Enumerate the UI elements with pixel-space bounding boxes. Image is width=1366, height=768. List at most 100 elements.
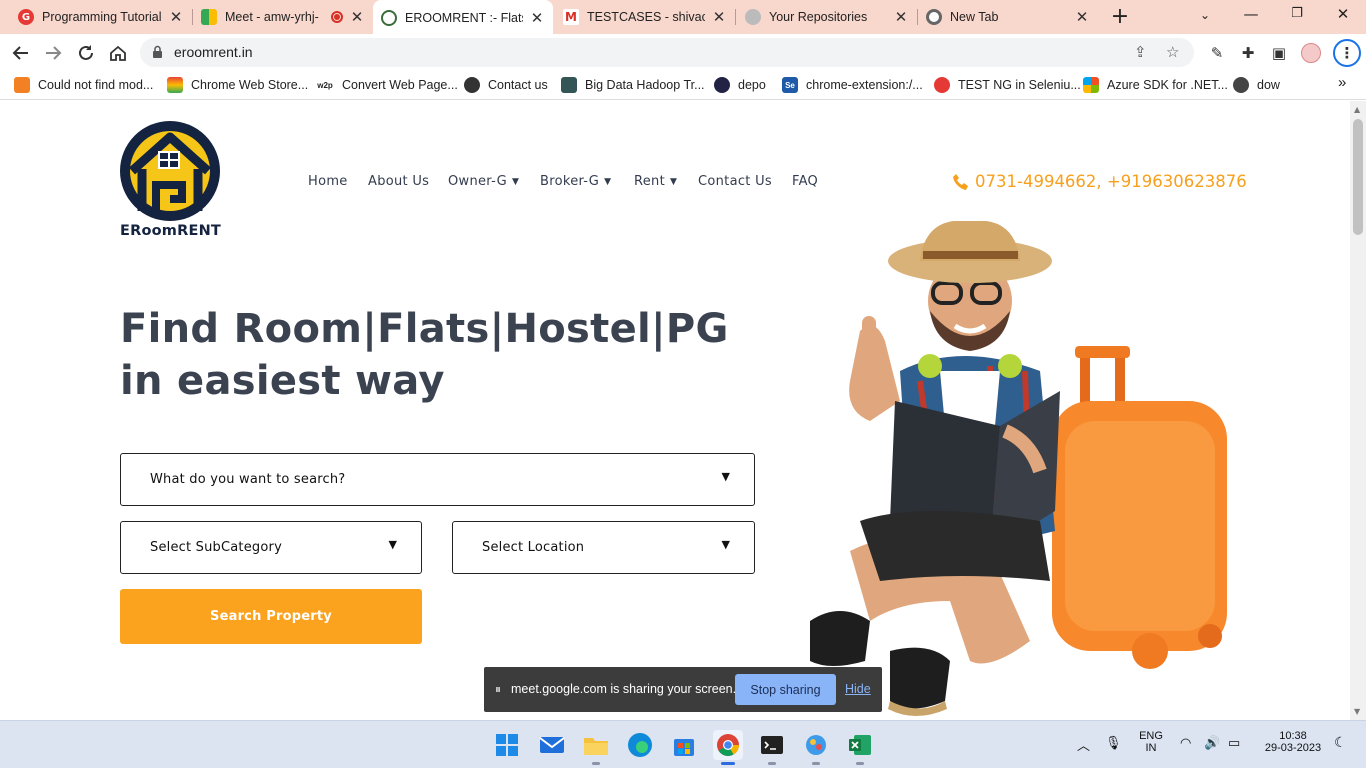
- file-explorer-app[interactable]: [581, 730, 611, 765]
- eclipse-app[interactable]: [801, 730, 831, 765]
- nav-faq[interactable]: FAQ: [792, 174, 818, 189]
- tab-your-repositories[interactable]: Your Repositories ✕: [737, 0, 917, 34]
- profile-avatar[interactable]: [1301, 43, 1321, 63]
- bookmark-item[interactable]: Azure SDK for .NET...: [1083, 77, 1228, 93]
- excel-app[interactable]: [845, 730, 875, 765]
- nav-broker-g[interactable]: Broker-G ▼: [540, 174, 611, 189]
- windows-start-icon: [496, 734, 518, 756]
- edge-icon: [628, 733, 652, 757]
- tab-separator: [735, 9, 736, 25]
- nav-rent[interactable]: Rent ▼: [634, 174, 677, 189]
- store-app[interactable]: [669, 730, 699, 760]
- chevron-down-icon: ▼: [604, 176, 612, 187]
- geeks-red-icon: [934, 77, 950, 93]
- url-text: eroomrent.in: [174, 44, 253, 60]
- nav-about-us[interactable]: About Us: [368, 174, 429, 189]
- terminal-app[interactable]: [757, 730, 787, 765]
- restore-button[interactable]: ❐: [1274, 6, 1320, 21]
- bookmark-star-icon[interactable]: ☆: [1166, 43, 1179, 61]
- phone-contact[interactable]: 0731-4994662, +919630623876: [952, 172, 1247, 191]
- wifi-icon[interactable]: ◠: [1180, 735, 1191, 751]
- hero-line-1: Find Room|Flats|Hostel|PG: [120, 306, 729, 352]
- microphone-icon[interactable]: 🎙: [1105, 735, 1122, 751]
- hide-link[interactable]: Hide: [845, 682, 871, 696]
- volume-icon[interactable]: 🔊: [1204, 735, 1220, 751]
- bookmark-item[interactable]: Chrome Web Store...: [167, 77, 308, 93]
- back-button[interactable]: [8, 40, 34, 66]
- notifications-icon[interactable]: ☾: [1334, 734, 1347, 751]
- tab-meet[interactable]: Meet - amw-yrhj- ✕: [193, 0, 373, 34]
- tab-search-icon[interactable]: ⌄: [1182, 8, 1228, 22]
- eyedropper-icon[interactable]: ✎: [1207, 43, 1227, 63]
- address-bar[interactable]: eroomrent.in ⇪ ☆: [140, 38, 1194, 67]
- phone-icon: [953, 173, 968, 190]
- chrome-app[interactable]: [713, 730, 743, 765]
- bookmark-item[interactable]: depo: [714, 77, 766, 93]
- close-tab-icon[interactable]: ✕: [529, 9, 545, 27]
- side-panel-icon[interactable]: ▣: [1269, 43, 1289, 63]
- forward-button[interactable]: [40, 40, 66, 66]
- menu-kebab-icon[interactable]: ⋮: [1333, 39, 1361, 67]
- recording-icon: [331, 11, 343, 23]
- close-tab-icon[interactable]: ✕: [1074, 8, 1090, 26]
- close-tab-icon[interactable]: ✕: [893, 8, 909, 26]
- stop-sharing-button[interactable]: Stop sharing: [735, 674, 836, 705]
- bookmarks-overflow-button[interactable]: »: [1338, 74, 1346, 91]
- search-type-select[interactable]: What do you want to search? ▼: [120, 453, 755, 506]
- bookmark-item[interactable]: Could not find mod...: [14, 77, 153, 93]
- search-property-button[interactable]: Search Property: [120, 589, 422, 644]
- close-tab-icon[interactable]: ✕: [168, 8, 184, 26]
- reload-icon: [79, 45, 93, 60]
- mail-app[interactable]: [537, 730, 567, 760]
- drag-handle-icon[interactable]: ⏸: [495, 682, 501, 697]
- stackoverflow-icon: [14, 77, 30, 93]
- github-icon: [745, 9, 761, 25]
- home-icon: [110, 45, 126, 61]
- chrome-icon: [926, 9, 942, 25]
- webstore-icon: [167, 77, 183, 93]
- nav-contact-us[interactable]: Contact Us: [698, 174, 772, 189]
- site-logo[interactable]: ERoomRENT: [118, 119, 228, 244]
- close-tab-icon[interactable]: ✕: [711, 8, 727, 26]
- nav-home[interactable]: Home: [308, 174, 348, 189]
- language-indicator[interactable]: ENG IN: [1136, 730, 1166, 754]
- reload-button[interactable]: [73, 40, 99, 66]
- close-tab-icon[interactable]: ✕: [349, 8, 365, 26]
- start-button[interactable]: [492, 730, 522, 760]
- clock[interactable]: 10:38 29-03-2023: [1258, 730, 1328, 754]
- close-window-button[interactable]: ✕: [1320, 5, 1366, 23]
- minimize-button[interactable]: —: [1228, 5, 1274, 23]
- subcategory-select[interactable]: Select SubCategory ▼: [120, 521, 422, 574]
- bookmark-item[interactable]: w2p Convert Web Page...: [316, 77, 458, 93]
- scrollbar-thumb[interactable]: [1353, 119, 1363, 235]
- battery-icon[interactable]: ▭: [1228, 735, 1240, 751]
- chevron-down-icon: ▼: [721, 470, 730, 483]
- google-meet-icon: [201, 9, 217, 25]
- microsoft-icon: [1083, 77, 1099, 93]
- share-icon[interactable]: ⇪: [1134, 43, 1147, 61]
- location-select[interactable]: Select Location ▼: [452, 521, 755, 574]
- bookmark-item[interactable]: Contact us: [464, 77, 548, 93]
- new-tab-button[interactable]: +: [1108, 4, 1132, 29]
- tab-programming-tutorial[interactable]: G Programming Tutorial ✕: [10, 0, 192, 34]
- scroll-down-icon[interactable]: ▼: [1354, 707, 1360, 716]
- sharing-message: meet.google.com is sharing your screen.: [511, 682, 737, 696]
- bookmark-item[interactable]: dow: [1233, 77, 1280, 93]
- tab-testcases[interactable]: M TESTCASES - shivacon ✕: [555, 0, 735, 34]
- page-scrollbar[interactable]: ▲ ▼: [1350, 101, 1366, 720]
- bookmark-item[interactable]: TEST NG in Seleniu...: [934, 77, 1081, 93]
- bookmark-item[interactable]: Big Data Hadoop Tr...: [561, 77, 705, 93]
- home-button[interactable]: [105, 40, 131, 66]
- hero-line-2: in easiest way: [120, 358, 445, 404]
- chevron-down-icon: ▼: [721, 538, 730, 551]
- tab-eroomrent[interactable]: EROOMRENT :- Flats, I ✕: [373, 0, 553, 36]
- bookmark-item[interactable]: Se chrome-extension:/...: [782, 77, 923, 93]
- tab-new-tab[interactable]: New Tab ✕: [918, 0, 1098, 34]
- nav-owner-g[interactable]: Owner-G ▼: [448, 174, 519, 189]
- logo-text: ERoomRENT: [120, 223, 221, 239]
- show-hidden-icons-chevron[interactable]: ︿: [1077, 735, 1090, 754]
- edge-app[interactable]: [625, 730, 655, 760]
- windows-taskbar: ︿ 🎙 ENG IN ◠ 🔊 ▭ 10:38 29-03-2023 ☾: [0, 720, 1366, 768]
- extensions-puzzle-icon[interactable]: ✚: [1238, 43, 1258, 63]
- scroll-up-icon[interactable]: ▲: [1354, 105, 1360, 114]
